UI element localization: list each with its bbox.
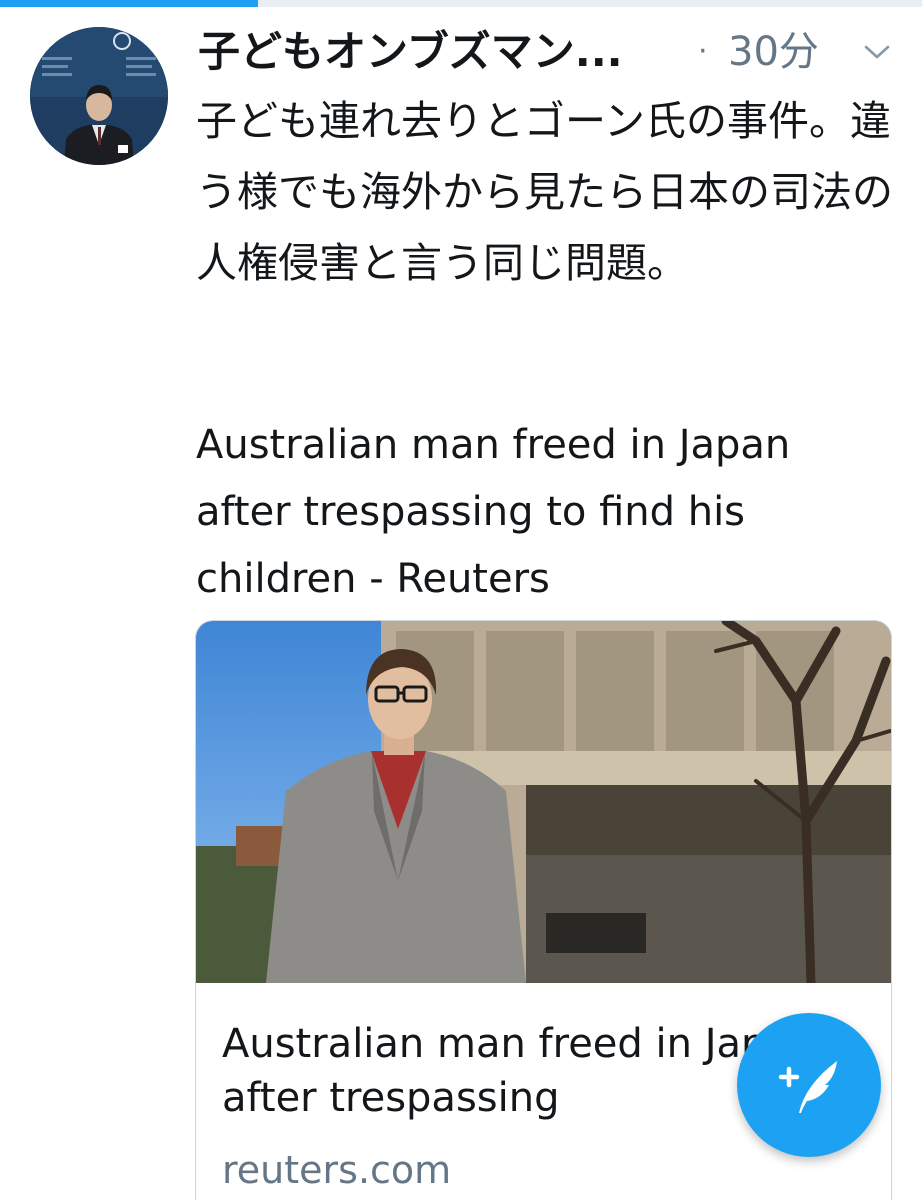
card-domain: reuters.com bbox=[222, 1148, 452, 1192]
display-name[interactable]: 子どもオンブズマン... bbox=[198, 24, 686, 80]
loading-progress-fill bbox=[0, 0, 259, 7]
compose-tweet-icon bbox=[778, 1061, 837, 1113]
avatar-photo bbox=[30, 27, 168, 165]
tweet-timestamp[interactable]: 30分 bbox=[728, 24, 819, 80]
avatar[interactable] bbox=[30, 27, 168, 165]
tweet-text: 子ども連れ去りとゴーン氏の事件。違う様でも海外から見たら日本の司法の人権侵害と言… bbox=[196, 97, 893, 287]
meta-separator: · bbox=[698, 34, 708, 69]
tweet-link-text[interactable]: Australian man freed in Japan after tres… bbox=[196, 412, 876, 613]
chevron-down-icon[interactable] bbox=[860, 40, 894, 64]
compose-tweet-button[interactable] bbox=[737, 1013, 881, 1157]
timeline-screen: 子どもオンブズマン... · 30分 子ども連れ去りとゴーン氏の事件。違う様でも… bbox=[0, 0, 922, 1200]
card-image bbox=[196, 621, 891, 983]
loading-progress-bar bbox=[0, 0, 922, 7]
